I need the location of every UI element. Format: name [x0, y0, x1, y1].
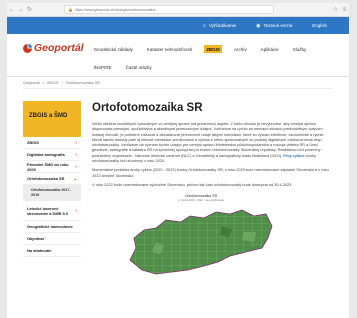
chevron-right-icon: › — [75, 152, 78, 157]
site-header: Geoportál Geodetické základy Kataster neh… — [7, 34, 349, 77]
nav-item-geodetick-z-klady[interactable]: Geodetické základy — [92, 45, 135, 53]
second-cycle-paragraph: Momentálne prebieha druhý cyklus (2020 -… — [92, 168, 329, 178]
sidebar-item-label: Geografické názvoslovie — [27, 224, 73, 229]
back-arrow-icon[interactable]: ← — [7, 3, 16, 17]
sidebar-item-zbgis[interactable]: ZBGIS › — [23, 137, 81, 149]
main-navigation: Geodetické základy Kataster nehnuteľností… — [92, 45, 322, 77]
sidebar-item-label: Ortofotomozaika SR — [27, 176, 65, 181]
web-page: ⌕ Vyhľadávanie ◉ Textová verzia English … — [7, 17, 349, 318]
text-version-link[interactable]: ◉ Textová verzia — [256, 23, 292, 29]
sidebar-header[interactable]: ZBGIS a ŠMD — [23, 101, 81, 137]
main-article: Ortofotomozaika SR Veľká väčšina rozsiah… — [92, 101, 332, 284]
forward-arrow-icon[interactable]: → — [16, 3, 25, 17]
east-slovakia-paragraph: V roku 2022 bude nasnímkované východné S… — [92, 182, 293, 187]
chevron-right-icon: › — [75, 164, 78, 169]
nav-item-slu-by[interactable]: Služby — [291, 45, 309, 53]
nav-item--ast-ot-zky[interactable]: Časté otázky — [124, 64, 154, 72]
intro-text: Veľká väčšina rozsiahlych vykonaných vo … — [92, 122, 325, 158]
nav-item-aplik-cie[interactable]: Aplikácie — [259, 45, 281, 53]
menu-icon[interactable]: ≡ — [340, 3, 349, 17]
nav-item-zbgis[interactable]: ZBGIS — [204, 45, 222, 53]
sidebar-item-original-smd[interactable]: Pôvodné ŠMD do roku 2009 › — [23, 161, 81, 173]
sidebar-item-laser-scanning[interactable]: Letecké laserové skenovanie a DMR 5.0 › — [23, 201, 81, 221]
address-bar[interactable]: 🔒 https://www.geoportal.sk/sk/zbgis/orto… — [64, 5, 274, 14]
chevron-right-icon: › — [75, 140, 78, 145]
chevron-down-icon: ⌄ — [73, 175, 77, 181]
breadcrumb-separator-icon: › — [42, 80, 44, 85]
search-link[interactable]: ⌕ Vyhľadávanie — [203, 23, 236, 29]
first-cycle-link[interactable]: Prvý cyklus — [283, 154, 304, 158]
search-icon: ⌕ — [203, 22, 206, 29]
logo-mark-icon — [23, 44, 32, 53]
sidebar-item-label: Letecké laserové skenovanie a DMR 5.0 — [27, 205, 68, 216]
map-title: Ortofotomozaika SR — [184, 194, 218, 199]
sidebar-item-download[interactable]: Na stiahnutie — [23, 245, 81, 257]
search-label: Vyhľadávanie — [208, 23, 237, 28]
sidebar-item-label: ZBGIS — [27, 140, 39, 145]
sidebar-item-order[interactable]: Objednať — [23, 233, 81, 245]
bookmark-star-icon[interactable]: ☆ — [331, 3, 340, 17]
sidebar-item-label: Objednať — [27, 236, 45, 241]
browser-toolbar: ← → ↻ 🔒 https://www.geoportal.sk/sk/zbgi… — [7, 3, 349, 17]
breadcrumb: Geoportál › ZBGIS › Ortofotomozaika SR — [7, 77, 349, 88]
header-divider — [7, 76, 349, 77]
sidebar-subitem-orthophoto-2017[interactable]: Ortofotomozaika 2017-2019 — [23, 185, 81, 201]
sidebar-item-geographic-names[interactable]: Geografické názvoslovie — [23, 221, 81, 233]
sidebar-item-orthophoto[interactable]: Ortofotomozaika SR ⌄ — [23, 173, 81, 185]
breadcrumb-item[interactable]: Geoportál — [23, 81, 40, 85]
utility-bar: ⌕ Vyhľadávanie ◉ Textová verzia English — [7, 17, 349, 34]
intro-paragraph: Veľká väčšina rozsiahlych vykonaných vo … — [92, 122, 332, 164]
lock-icon: 🔒 — [68, 7, 73, 12]
language-link[interactable]: English — [312, 23, 327, 28]
url-text: https://www.geoportal.sk/sk/zbgis/ortofo… — [74, 7, 156, 12]
sidebar-item-digital-cartography[interactable]: Digitálna kartografia › — [23, 149, 81, 161]
sidebar: ZBGIS a ŠMD ZBGIS › Digitálna kartografi… — [23, 101, 81, 284]
sidebar-item-label: Pôvodné ŠMD do roku 2009 — [27, 161, 69, 172]
sidebar-item-label: Na stiahnutie — [27, 248, 52, 253]
sidebar-item-label: Digitálna kartografia — [27, 152, 65, 157]
orthophoto-map-figure[interactable]: Ortofotomozaika SR 2. cyklus 2020 - 2022… — [126, 194, 276, 284]
geoportal-logo[interactable]: Geoportál — [23, 42, 84, 56]
nav-item-kataster-nehnute-nost-[interactable]: Kataster nehnuteľností — [145, 45, 194, 53]
language-label: English — [312, 23, 327, 28]
browser-window: ← → ↻ 🔒 https://www.geoportal.sk/sk/zbgi… — [0, 0, 357, 318]
text-version-label: Textová verzia — [263, 23, 293, 28]
nav-item-inspire[interactable]: INSPIRE — [92, 64, 114, 72]
logo-text: Geoportál — [34, 42, 84, 54]
slovakia-map — [129, 209, 273, 275]
page-title: Ortofotomozaika SR — [92, 102, 203, 114]
chevron-right-icon: › — [75, 208, 78, 213]
breadcrumb-item[interactable]: ZBGIS — [47, 81, 58, 85]
eye-icon: ◉ — [256, 22, 261, 29]
breadcrumb-separator-icon: › — [61, 80, 63, 85]
breadcrumb-item: Ortofotomozaika SR — [65, 80, 100, 85]
reload-icon[interactable]: ↻ — [25, 3, 34, 17]
nav-item-arch-v[interactable]: Archív — [232, 45, 249, 53]
content-area: ZBGIS a ŠMD ZBGIS › Digitálna kartografi… — [7, 89, 349, 284]
